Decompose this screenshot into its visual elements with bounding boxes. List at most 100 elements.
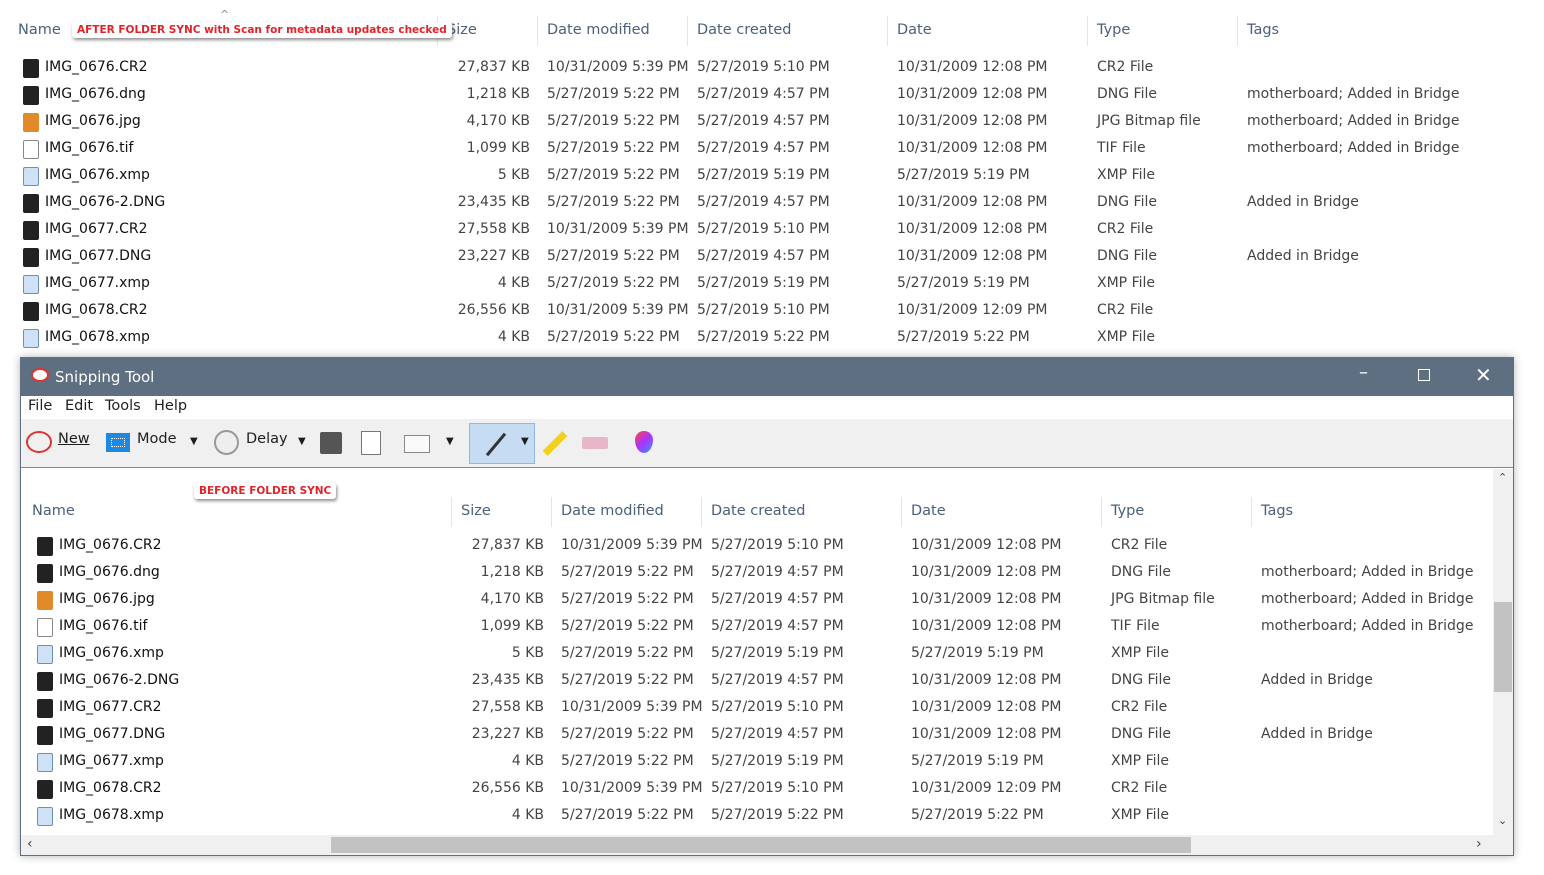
vertical-scroll-thumb[interactable] [1494, 602, 1512, 692]
minimize-button[interactable]: – [1359, 362, 1368, 383]
new-button[interactable]: New [58, 431, 90, 447]
horizontal-scrollbar[interactable]: ‹ › [21, 835, 1513, 855]
paint3d-icon[interactable] [635, 431, 653, 453]
file-size: 26,556 KB [457, 302, 530, 318]
save-icon[interactable] [320, 432, 342, 454]
scroll-right-icon[interactable]: › [1476, 836, 1482, 852]
column-header-date[interactable]: Date [911, 503, 946, 519]
file-row[interactable]: IMG_0677.xmp 4 KB 5/27/2019 5:22 PM 5/27… [0, 271, 1544, 298]
tif-file-icon [37, 618, 53, 637]
copy-icon[interactable] [361, 431, 381, 455]
mode-dropdown-icon[interactable]: ▼ [190, 436, 198, 447]
column-header-date-created[interactable]: Date created [711, 503, 806, 519]
column-header-name[interactable]: Name [18, 22, 61, 38]
file-tags: motherboard; Added in Bridge [1247, 140, 1460, 156]
delay-button[interactable]: Delay [246, 431, 288, 447]
column-header-date-modified[interactable]: Date modified [547, 22, 650, 38]
column-divider[interactable] [451, 497, 452, 527]
scroll-left-icon[interactable]: ‹ [27, 836, 33, 852]
file-row[interactable]: IMG_0676-2.DNG 23,435 KB 5/27/2019 5:22 … [0, 190, 1544, 217]
file-row[interactable]: IMG_0676.tif 1,099 KB 5/27/2019 5:22 PM … [21, 614, 1493, 641]
column-header-type[interactable]: Type [1097, 22, 1130, 38]
file-date-modified: 10/31/2009 5:39 PM [547, 59, 689, 75]
file-size: 4 KB [497, 329, 530, 345]
file-row[interactable]: IMG_0678.CR2 26,556 KB 10/31/2009 5:39 P… [0, 298, 1544, 325]
eraser-icon[interactable] [582, 437, 608, 449]
file-date: 10/31/2009 12:08 PM [911, 591, 1062, 607]
file-date-created: 5/27/2019 5:19 PM [711, 753, 844, 769]
annotation-before-sync: BEFORE FOLDER SYNC [194, 483, 337, 499]
vertical-scrollbar[interactable]: ⌃ ⌄ [1493, 469, 1513, 835]
title-bar[interactable]: Snipping Tool – ✕ [21, 358, 1513, 396]
column-header-size[interactable]: Size [461, 503, 491, 519]
menu-tools[interactable]: Tools [105, 398, 141, 414]
file-row[interactable]: IMG_0677.DNG 23,227 KB 5/27/2019 5:22 PM… [0, 244, 1544, 271]
send-email-icon[interactable] [404, 435, 430, 453]
scroll-up-icon[interactable]: ⌃ [1498, 471, 1507, 484]
menu-help[interactable]: Help [154, 398, 187, 414]
raw-file-icon [23, 248, 39, 267]
file-row[interactable]: IMG_0676.CR2 27,837 KB 10/31/2009 5:39 P… [0, 55, 1544, 82]
column-header-type[interactable]: Type [1111, 503, 1144, 519]
raw-file-icon [37, 672, 53, 691]
file-date: 10/31/2009 12:08 PM [897, 86, 1048, 102]
scroll-down-icon[interactable]: ⌄ [1498, 814, 1507, 827]
file-row[interactable]: IMG_0676.jpg 4,170 KB 5/27/2019 5:22 PM … [0, 109, 1544, 136]
column-header-tags[interactable]: Tags [1247, 22, 1279, 38]
file-row[interactable]: IMG_0676.dng 1,218 KB 5/27/2019 5:22 PM … [21, 560, 1493, 587]
column-divider[interactable] [901, 497, 902, 527]
column-divider[interactable] [1251, 497, 1252, 527]
file-row[interactable]: IMG_0677.DNG 23,227 KB 5/27/2019 5:22 PM… [21, 722, 1493, 749]
send-dropdown-icon[interactable]: ▼ [446, 436, 454, 447]
file-row[interactable]: IMG_0676.tif 1,099 KB 5/27/2019 5:22 PM … [0, 136, 1544, 163]
file-row[interactable]: IMG_0677.xmp 4 KB 5/27/2019 5:22 PM 5/27… [21, 749, 1493, 776]
column-divider[interactable] [701, 497, 702, 527]
file-row[interactable]: IMG_0678.xmp 4 KB 5/27/2019 5:22 PM 5/27… [21, 803, 1493, 830]
file-row[interactable]: IMG_0676-2.DNG 23,435 KB 5/27/2019 5:22 … [21, 668, 1493, 695]
file-date-modified: 5/27/2019 5:22 PM [547, 140, 680, 156]
mode-button[interactable]: Mode [137, 431, 177, 447]
file-date-modified: 10/31/2009 5:39 PM [561, 537, 703, 553]
file-row[interactable]: IMG_0676.CR2 27,837 KB 10/31/2009 5:39 P… [21, 533, 1493, 560]
column-header-date[interactable]: Date [897, 22, 932, 38]
file-type: CR2 File [1111, 780, 1168, 796]
file-row[interactable]: IMG_0677.CR2 27,558 KB 10/31/2009 5:39 P… [0, 217, 1544, 244]
menu-file[interactable]: File [28, 398, 52, 414]
column-divider[interactable] [537, 16, 538, 46]
file-type: DNG File [1097, 248, 1157, 264]
file-size: 27,837 KB [471, 537, 544, 553]
file-row[interactable]: IMG_0677.CR2 27,558 KB 10/31/2009 5:39 P… [21, 695, 1493, 722]
raw-file-icon [23, 86, 39, 105]
file-date: 10/31/2009 12:09 PM [897, 302, 1048, 318]
file-name: IMG_0676-2.DNG [45, 194, 166, 210]
raw-file-icon [37, 537, 53, 556]
column-header-name[interactable]: Name [32, 503, 75, 519]
file-row[interactable]: IMG_0676.xmp 5 KB 5/27/2019 5:22 PM 5/27… [21, 641, 1493, 668]
file-row[interactable]: IMG_0676.dng 1,218 KB 5/27/2019 5:22 PM … [0, 82, 1544, 109]
file-row[interactable]: IMG_0678.xmp 4 KB 5/27/2019 5:22 PM 5/27… [0, 325, 1544, 352]
file-type: CR2 File [1097, 221, 1154, 237]
pen-button[interactable]: ▼ [469, 423, 535, 464]
column-divider[interactable] [687, 16, 688, 46]
file-name: IMG_0676.jpg [45, 113, 141, 129]
column-header-date-modified[interactable]: Date modified [561, 503, 664, 519]
menu-edit[interactable]: Edit [65, 398, 93, 414]
column-header-tags[interactable]: Tags [1261, 503, 1293, 519]
column-divider[interactable] [1101, 497, 1102, 527]
horizontal-scroll-thumb[interactable] [331, 837, 1191, 853]
maximize-button[interactable] [1418, 369, 1430, 381]
column-divider[interactable] [1087, 16, 1088, 46]
column-header-date-created[interactable]: Date created [697, 22, 792, 38]
delay-dropdown-icon[interactable]: ▼ [298, 436, 306, 447]
file-row[interactable]: IMG_0676.jpg 4,170 KB 5/27/2019 5:22 PM … [21, 587, 1493, 614]
column-divider[interactable] [887, 16, 888, 46]
file-name: IMG_0676-2.DNG [59, 672, 180, 688]
file-row[interactable]: IMG_0676.xmp 5 KB 5/27/2019 5:22 PM 5/27… [0, 163, 1544, 190]
column-divider[interactable] [1237, 16, 1238, 46]
pen-dropdown-icon[interactable]: ▼ [521, 436, 529, 447]
file-name: IMG_0676.xmp [45, 167, 150, 183]
file-row[interactable]: IMG_0678.CR2 26,556 KB 10/31/2009 5:39 P… [21, 776, 1493, 803]
close-button[interactable]: ✕ [1475, 363, 1492, 387]
column-divider[interactable] [551, 497, 552, 527]
highlighter-icon[interactable] [542, 431, 568, 456]
